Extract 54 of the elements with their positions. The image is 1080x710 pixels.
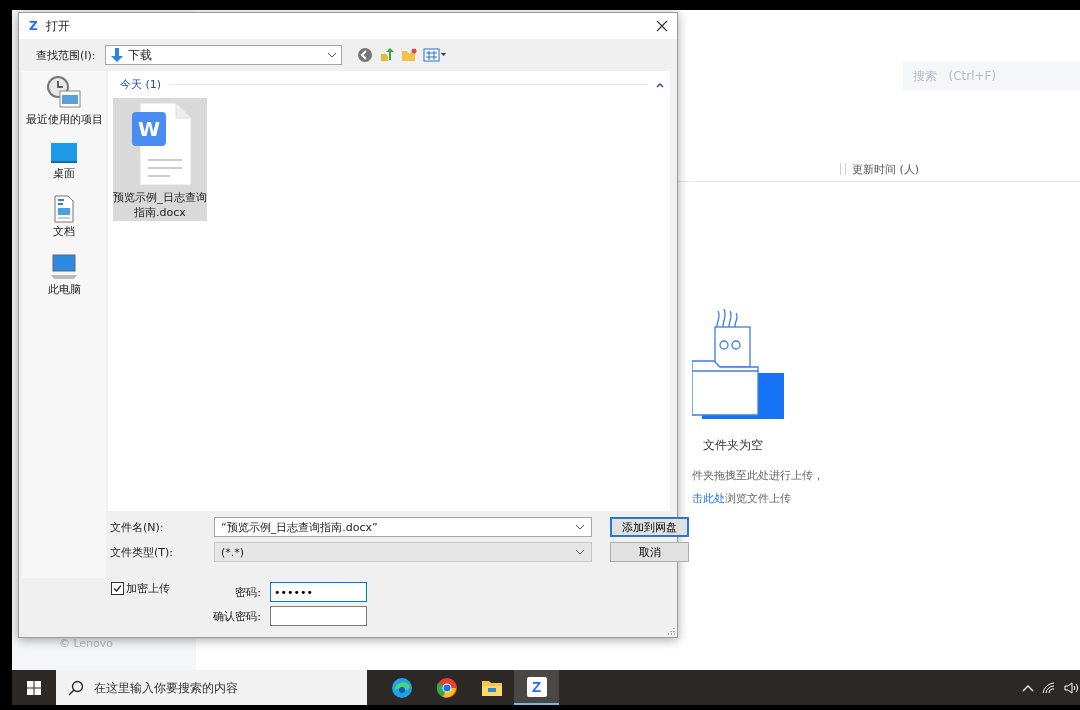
document-icon bbox=[53, 195, 75, 223]
recent-items-icon bbox=[44, 75, 84, 111]
taskbar-app-button[interactable]: Z bbox=[514, 670, 559, 705]
app-logo-icon: Z bbox=[526, 676, 547, 697]
password-field[interactable]: •••••• bbox=[270, 582, 367, 602]
browse-link[interactable]: 击此处 bbox=[692, 492, 725, 505]
confirm-password-field[interactable] bbox=[270, 606, 367, 626]
wifi-icon[interactable] bbox=[1042, 681, 1056, 694]
computer-icon bbox=[49, 253, 79, 281]
taskbar-search-field[interactable]: 在这里输入你要搜索的内容 bbox=[56, 670, 367, 705]
encrypt-checkbox[interactable]: 加密上传 bbox=[111, 580, 170, 596]
chevron-down-icon[interactable] bbox=[575, 549, 585, 555]
chevron-down-icon[interactable] bbox=[575, 524, 585, 530]
browser-icon bbox=[390, 676, 413, 699]
download-arrow-icon bbox=[109, 47, 124, 63]
checkmark-icon bbox=[113, 583, 122, 593]
windows-logo-icon bbox=[26, 679, 42, 696]
speaker-icon[interactable] bbox=[1064, 681, 1078, 694]
look-in-label: 查找范围(I): bbox=[36, 47, 96, 63]
browser-icon bbox=[435, 676, 458, 699]
view-menu-icon[interactable] bbox=[422, 48, 447, 62]
up-folder-icon[interactable] bbox=[378, 47, 395, 63]
drop-hint-text: 件夹拖拽至此处进行上传， bbox=[692, 468, 824, 483]
file-item[interactable]: W 预览示例_日志查询指南.docx bbox=[113, 98, 207, 221]
desktop-icon bbox=[50, 141, 78, 165]
confirm-password-label: 确认密码: bbox=[212, 608, 261, 624]
collapse-icon[interactable] bbox=[656, 81, 664, 88]
group-header[interactable]: 今天 (1) bbox=[120, 77, 162, 92]
browse-hint-text: 击此处浏览文件上传 bbox=[692, 491, 791, 506]
close-icon bbox=[656, 20, 668, 32]
column-header[interactable]: 更新时间 (人) bbox=[852, 161, 920, 177]
file-type-dropdown[interactable]: (*.*) bbox=[214, 542, 592, 562]
place-item[interactable]: 此电脑 bbox=[47, 253, 81, 297]
file-type-label: 文件类型(T): bbox=[110, 544, 174, 560]
copyright-text: © Lenovo bbox=[58, 637, 114, 650]
app-logo-icon: Z bbox=[29, 19, 38, 33]
empty-folder-title: 文件夹为空 bbox=[703, 437, 763, 454]
chevron-up-icon[interactable] bbox=[1022, 683, 1034, 692]
password-label: 密码: bbox=[234, 584, 261, 600]
file-name-field[interactable]: “预览示例_日志查询指南.docx” bbox=[214, 517, 592, 537]
new-folder-icon[interactable] bbox=[400, 47, 417, 63]
place-item[interactable]: 最近使用的项目 bbox=[25, 75, 103, 127]
resize-grip-icon[interactable] bbox=[666, 626, 675, 635]
dialog-title: 打开 bbox=[45, 17, 71, 35]
look-in-dropdown[interactable]: 下载 bbox=[104, 45, 342, 65]
search-field[interactable]: 搜索 (Ctrl+F) bbox=[903, 62, 1080, 90]
file-name-label: 文件名(N): bbox=[110, 519, 165, 535]
dialog-button[interactable]: 添加到网盘 bbox=[610, 517, 689, 537]
chevron-down-icon[interactable] bbox=[326, 52, 337, 58]
place-item[interactable]: 桌面 bbox=[50, 141, 78, 181]
dialog-button[interactable]: 取消 bbox=[610, 542, 689, 562]
search-icon bbox=[68, 680, 84, 696]
back-icon[interactable] bbox=[356, 47, 373, 63]
place-item[interactable]: 文档 bbox=[53, 195, 75, 239]
